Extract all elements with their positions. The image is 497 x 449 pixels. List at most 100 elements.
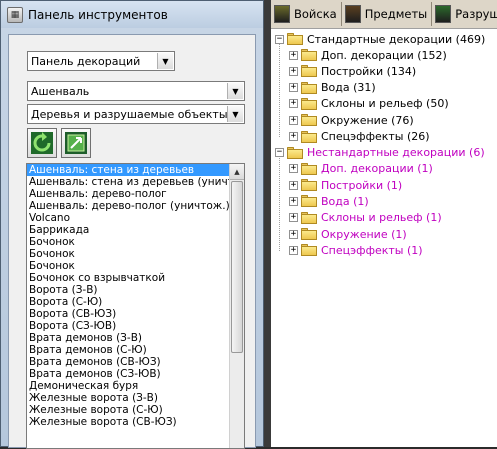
tree-node-child[interactable]: + Вода (1) — [289, 193, 369, 209]
expand-icon[interactable]: + — [289, 245, 298, 255]
list-item[interactable]: Врата демонов (СВ-ЮЗ) — [27, 356, 231, 368]
category-select[interactable]: Деревья и разрушаемые объекты ▼ — [27, 104, 245, 124]
list-scrollbar[interactable]: ▲ — [229, 164, 244, 448]
expand-icon[interactable]: + — [289, 132, 298, 141]
tree-node-child[interactable]: + Доп. декорации (1) — [289, 161, 433, 177]
doodad-tree[interactable]: − Стандартные декорации (469) + Доп. декора… — [271, 28, 497, 447]
list-item[interactable]: Ашенваль: стена из деревьев — [27, 164, 231, 176]
refresh-button[interactable] — [27, 128, 57, 158]
tree-guide-line — [279, 44, 280, 137]
list-item[interactable]: Баррикада — [27, 224, 231, 236]
list-item[interactable]: Бочонок — [27, 236, 231, 248]
tab-label: Разруша — [455, 7, 497, 21]
tab-items[interactable]: Предметы — [342, 2, 433, 26]
troops-icon — [274, 5, 290, 23]
folder-icon — [301, 244, 317, 257]
swap-tool-icon — [65, 132, 87, 154]
folder-icon — [301, 81, 317, 94]
list-item[interactable]: Ашенваль: стена из деревьев (уничтож. — [27, 176, 231, 188]
panel-type-select[interactable]: Панель декораций ▼ — [27, 51, 175, 71]
chevron-down-icon[interactable]: ▼ — [227, 106, 243, 122]
folder-icon — [301, 179, 317, 192]
tree-node-label: Постройки (134) — [321, 64, 417, 78]
doodad-list[interactable]: Ашенваль: стена из деревьев Ашенваль: сте… — [26, 163, 245, 449]
items-icon — [344, 5, 361, 23]
destructibles-icon — [435, 5, 452, 23]
replace-doodad-button[interactable] — [61, 128, 91, 158]
chevron-down-icon[interactable]: ▼ — [157, 53, 173, 69]
list-item[interactable]: Ворота (СЗ-ЮВ) — [27, 320, 231, 332]
expand-icon[interactable]: + — [289, 213, 298, 223]
expand-icon[interactable]: + — [289, 99, 298, 109]
list-item[interactable]: Врата демонов (З-В) — [27, 332, 231, 344]
folder-icon — [287, 146, 303, 159]
collapse-icon[interactable]: − — [275, 148, 284, 158]
expand-icon[interactable]: + — [289, 83, 298, 93]
list-item[interactable]: Ашенваль: дерево-полог — [27, 188, 231, 200]
tree-node-child[interactable]: + Доп. декорации (152) — [289, 47, 447, 63]
tileset-value: Ашенваль — [31, 84, 90, 98]
tree-node-child[interactable]: + Склоны и рельеф (50) — [289, 96, 449, 112]
folder-icon — [301, 162, 317, 175]
tab-troops[interactable]: Войска — [271, 2, 342, 26]
folder-icon — [301, 195, 317, 208]
tool-palette-window: ▦ Панель инструментов Панель декораций ▼… — [0, 0, 264, 449]
tree-node-custom[interactable]: − Нестандартные декорации (6) — [275, 145, 485, 161]
expand-icon[interactable]: + — [289, 115, 298, 125]
tree-node-child[interactable]: + Вода (31) — [289, 80, 376, 96]
tree-node-child[interactable]: + Окружение (1) — [289, 226, 407, 242]
list-item[interactable]: Врата демонов (С-Ю) — [27, 344, 231, 356]
folder-icon — [287, 33, 303, 45]
folder-icon — [301, 49, 317, 61]
chevron-down-icon[interactable]: ▼ — [227, 83, 243, 99]
tree-node-label: Спецэффекты (1) — [321, 243, 423, 257]
tree-node-child[interactable]: + Окружение (76) — [289, 112, 414, 128]
list-item[interactable]: Железные ворота (З-В) — [27, 392, 231, 404]
collapse-icon[interactable]: − — [275, 34, 284, 44]
expand-icon[interactable]: + — [289, 164, 298, 174]
category-value: Деревья и разрушаемые объекты — [31, 107, 228, 121]
tree-node-child[interactable]: + Спецэффекты (1) — [289, 242, 423, 258]
tree-node-label: Склоны и рельеф (50) — [321, 97, 449, 111]
expand-icon[interactable]: + — [289, 66, 298, 76]
list-item[interactable]: Бочонок — [27, 260, 231, 272]
list-item[interactable]: Демоническая буря — [27, 380, 231, 392]
expand-icon[interactable]: + — [289, 180, 298, 190]
tileset-select[interactable]: Ашенваль ▼ — [27, 81, 245, 101]
list-item[interactable]: Врата демонов (СЗ-ЮВ) — [27, 368, 231, 380]
palette-tab-bar: Войска Предметы Разруша — [271, 0, 497, 28]
tree-node-child[interactable]: + Постройки (1) — [289, 177, 402, 193]
tree-node-child[interactable]: + Спецэффекты (26) — [289, 129, 430, 145]
folder-icon — [301, 114, 317, 127]
list-item[interactable]: Железные ворота (С-Ю) — [27, 404, 231, 416]
list-item[interactable]: Ашенваль: дерево-полог (уничтож.) — [27, 200, 231, 212]
window-title: Панель инструментов — [28, 7, 168, 22]
list-item[interactable]: Ворота (З-В) — [27, 284, 231, 296]
tree-node-label: Вода (31) — [321, 81, 376, 95]
tree-node-label: Склоны и рельеф (1) — [321, 211, 442, 225]
tree-node-label: Доп. декорации (152) — [321, 48, 447, 62]
list-item[interactable]: Бочонок — [27, 248, 231, 260]
tree-node-label: Доп. декорации (1) — [321, 162, 433, 176]
list-item[interactable]: Бочонок со взрывчаткой — [27, 272, 231, 284]
expand-icon[interactable]: + — [289, 229, 298, 239]
tree-guide-line — [279, 157, 280, 251]
tool-palette-body: Панель декораций ▼ Ашенваль ▼ Деревья и … — [8, 34, 256, 449]
tree-node-child[interactable]: + Постройки (134) — [289, 63, 416, 79]
tree-node-child[interactable]: + Склоны и рельеф (1) — [289, 210, 442, 226]
list-item[interactable]: Ворота (С-Ю) — [27, 296, 231, 308]
scrollbar-thumb[interactable] — [231, 181, 243, 353]
scroll-up-arrow-icon[interactable]: ▲ — [230, 164, 244, 180]
tree-node-standard[interactable]: − Стандартные декорации (469) — [275, 31, 485, 47]
doodad-list-items: Ашенваль: стена из деревьев Ашенваль: сте… — [27, 164, 231, 428]
list-item[interactable]: Железные ворота (СВ-ЮЗ) — [27, 416, 231, 428]
tab-destructibles[interactable]: Разруша — [432, 2, 497, 26]
expand-icon[interactable]: + — [289, 50, 298, 60]
list-item[interactable]: Volcano — [27, 212, 231, 224]
title-bar[interactable]: ▦ Панель инструментов — [1, 1, 263, 28]
tree-node-label: Спецэффекты (26) — [321, 130, 430, 143]
pane-separator[interactable] — [264, 0, 271, 447]
tree-node-label: Вода (1) — [321, 194, 369, 208]
list-item[interactable]: Ворота (СВ-ЮЗ) — [27, 308, 231, 320]
expand-icon[interactable]: + — [289, 196, 298, 206]
